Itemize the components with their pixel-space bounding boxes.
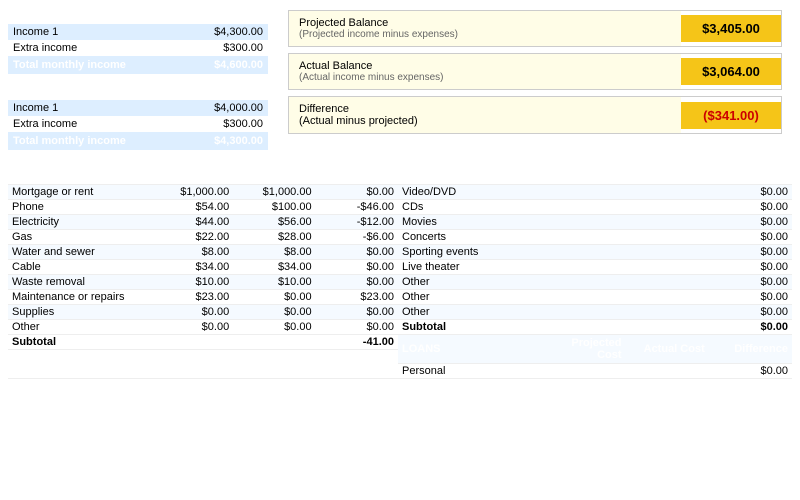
housing-table: HOUSING Projected Cost Actual Cost Diffe… bbox=[8, 156, 398, 379]
ent-col-actual: Actual Cost bbox=[626, 156, 709, 185]
housing-row-diff: -$46.00 bbox=[316, 200, 398, 215]
table-row: Personal $0.00 bbox=[398, 364, 792, 379]
loans-col-actual: Actual Cost bbox=[626, 335, 709, 364]
loans-header: LOANS Projected Cost Actual Cost Differe… bbox=[398, 335, 792, 364]
actual-balance-label: Actual Balance (Actual income minus expe… bbox=[289, 54, 681, 89]
act-extra-label: Extra income bbox=[8, 116, 184, 132]
table-row: Concerts $0.00 bbox=[398, 230, 792, 245]
table-row: Gas $22.00 $28.00 -$6.00 bbox=[8, 230, 398, 245]
loans-title: LOANS bbox=[398, 335, 542, 364]
income-tables: Projected Monthly Income Income 1 $4,300… bbox=[8, 6, 268, 150]
actual-balance-title: Actual Balance bbox=[299, 60, 671, 72]
projected-balance-card: Projected Balance (Projected income minu… bbox=[288, 10, 782, 47]
entertainment-subtotal-row: Subtotal $0.00 bbox=[398, 320, 792, 335]
projected-balance-title: Projected Balance bbox=[299, 17, 671, 29]
act-income1-label: Income 1 bbox=[8, 100, 184, 116]
ent-col-diff: Difference bbox=[709, 156, 792, 185]
entertainment-subtotal-label: Subtotal bbox=[398, 320, 542, 335]
housing-col-actual: Actual Cost bbox=[233, 156, 315, 185]
left-col: HOUSING Projected Cost Actual Cost Diffe… bbox=[8, 156, 398, 500]
housing-row-projected: $54.00 bbox=[151, 200, 233, 215]
actual-income-title: Actual Monthly Income bbox=[8, 82, 268, 100]
table-row: Mortgage or rent $1,000.00 $1,000.00 $0.… bbox=[8, 185, 398, 200]
proj-total-amount: $4,600.00 bbox=[184, 56, 268, 74]
housing-col-projected: Projected Cost bbox=[151, 156, 233, 185]
actual-balance-card: Actual Balance (Actual income minus expe… bbox=[288, 53, 782, 90]
table-row: CDs $0.00 bbox=[398, 200, 792, 215]
table-row: Video/DVD $0.00 bbox=[398, 185, 792, 200]
table-row: Cable $34.00 $34.00 $0.00 bbox=[8, 260, 398, 275]
table-row: Other $0.00 bbox=[398, 290, 792, 305]
top-section: Projected Monthly Income Income 1 $4,300… bbox=[0, 0, 800, 156]
projected-balance-label: Projected Balance (Projected income minu… bbox=[289, 11, 681, 46]
act-total-amount: $4,300.00 bbox=[184, 132, 268, 150]
act-total-label: Total monthly income bbox=[8, 132, 184, 150]
proj-total-label: Total monthly income bbox=[8, 56, 184, 74]
act-extra-amount: $300.00 bbox=[184, 116, 268, 132]
act-income1-amount: $4,000.00 bbox=[184, 100, 268, 116]
difference-card: Difference (Actual minus projected) ($34… bbox=[288, 96, 782, 134]
ent-col-projected: Projected Cost bbox=[542, 156, 625, 185]
difference-label: Difference (Actual minus projected) bbox=[289, 97, 681, 133]
housing-row-label: Phone bbox=[8, 200, 151, 215]
trans-col-diff: Difference bbox=[316, 350, 398, 379]
table-row: Maintenance or repairs $23.00 $0.00 $23.… bbox=[8, 290, 398, 305]
housing-row-actual: $1,000.00 bbox=[233, 185, 315, 200]
difference-value: ($341.00) bbox=[681, 102, 781, 129]
proj-income1-amount: $4,300.00 bbox=[184, 24, 268, 40]
table-row: Electricity $44.00 $56.00 -$12.00 bbox=[8, 215, 398, 230]
table-row: Other $0.00 bbox=[398, 305, 792, 320]
table-row: Live theater $0.00 bbox=[398, 260, 792, 275]
table-row: Phone $54.00 $100.00 -$46.00 bbox=[8, 200, 398, 215]
housing-row-diff: $0.00 bbox=[316, 185, 398, 200]
housing-row-actual: $100.00 bbox=[233, 200, 315, 215]
projected-balance-sub: (Projected income minus expenses) bbox=[299, 29, 671, 40]
projected-income-table: Projected Monthly Income Income 1 $4,300… bbox=[8, 6, 268, 74]
entertainment-subtotal-diff: $0.00 bbox=[709, 320, 792, 335]
difference-title: Difference bbox=[299, 103, 671, 115]
housing-title: HOUSING bbox=[8, 156, 151, 185]
main-container: Projected Monthly Income Income 1 $4,300… bbox=[0, 0, 800, 500]
proj-income1-label: Income 1 bbox=[8, 24, 184, 40]
table-row: Sporting events $0.00 bbox=[398, 245, 792, 260]
table-row: Other $0.00 $0.00 $0.00 bbox=[8, 320, 398, 335]
housing-col-diff: Difference bbox=[316, 156, 398, 185]
entertainment-title: ENTERTAINMENT bbox=[398, 156, 542, 185]
housing-subtotal-row: Subtotal -41.00 bbox=[8, 335, 398, 350]
transportation-header: TRANSPORTATION Projected Cost Actual Cos… bbox=[8, 350, 398, 379]
housing-subtotal-diff: -41.00 bbox=[316, 335, 398, 350]
proj-extra-amount: $300.00 bbox=[184, 40, 268, 56]
trans-col-actual: Actual Cost bbox=[233, 350, 315, 379]
housing-row-label: Mortgage or rent bbox=[8, 185, 151, 200]
transportation-title: TRANSPORTATION bbox=[8, 350, 151, 379]
bottom-section: HOUSING Projected Cost Actual Cost Diffe… bbox=[0, 156, 800, 500]
table-row: Other $0.00 bbox=[398, 275, 792, 290]
table-row: Movies $0.00 bbox=[398, 215, 792, 230]
housing-subtotal-label: Subtotal bbox=[8, 335, 151, 350]
balance-section: Projected Balance (Projected income minu… bbox=[278, 6, 792, 150]
entertainment-table: ENTERTAINMENT Projected Cost Actual Cost… bbox=[398, 156, 792, 379]
actual-income-table: Actual Monthly Income Income 1 $4,000.00… bbox=[8, 82, 268, 150]
proj-extra-label: Extra income bbox=[8, 40, 184, 56]
loans-col-projected: Projected Cost bbox=[542, 335, 625, 364]
projected-income-title: Projected Monthly Income bbox=[8, 6, 268, 24]
table-row: Supplies $0.00 $0.00 $0.00 bbox=[8, 305, 398, 320]
projected-balance-value: $3,405.00 bbox=[681, 15, 781, 42]
actual-balance-value: $3,064.00 bbox=[681, 58, 781, 85]
loans-col-diff: Difference bbox=[709, 335, 792, 364]
table-row: Water and sewer $8.00 $8.00 $0.00 bbox=[8, 245, 398, 260]
actual-balance-sub: (Actual income minus expenses) bbox=[299, 72, 671, 83]
right-col: ENTERTAINMENT Projected Cost Actual Cost… bbox=[398, 156, 792, 500]
housing-row-projected: $1,000.00 bbox=[151, 185, 233, 200]
table-row: Waste removal $10.00 $10.00 $0.00 bbox=[8, 275, 398, 290]
difference-sub: (Actual minus projected) bbox=[299, 115, 671, 127]
trans-col-projected: Projected Cost bbox=[151, 350, 233, 379]
